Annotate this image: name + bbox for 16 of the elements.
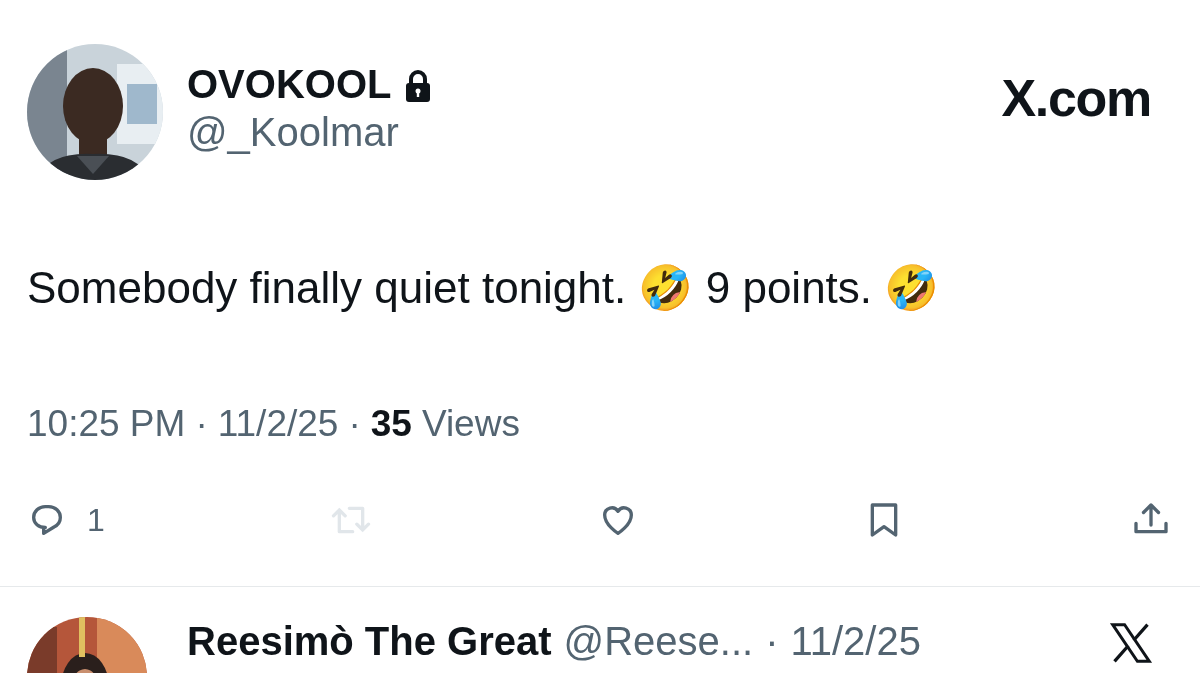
reply-author-handle: @Reese... (563, 617, 754, 665)
reply-date: 11/2/25 (790, 617, 921, 665)
brand-logo: X.com (1001, 68, 1151, 128)
author-handle: @_Koolmar (187, 109, 400, 156)
separator-dot: · (195, 402, 208, 446)
views-label: Views (421, 402, 520, 446)
x-logo-icon (1109, 620, 1153, 665)
tweet-time: 10:25 PM (27, 402, 186, 446)
reply-author-name: Reesimò The Great (187, 617, 552, 665)
author-name: OVOKOOL (187, 61, 392, 108)
tweet-date: 11/2/25 (217, 402, 339, 446)
tweet-text: Somebody finally quiet tonight. 🤣 9 points. 🤣 (27, 262, 941, 314)
separator-dot: · (765, 617, 779, 665)
separator-dot: · (348, 402, 361, 446)
reply-button[interactable]: 1 (27, 495, 105, 544)
views-count: 35 (370, 402, 412, 446)
